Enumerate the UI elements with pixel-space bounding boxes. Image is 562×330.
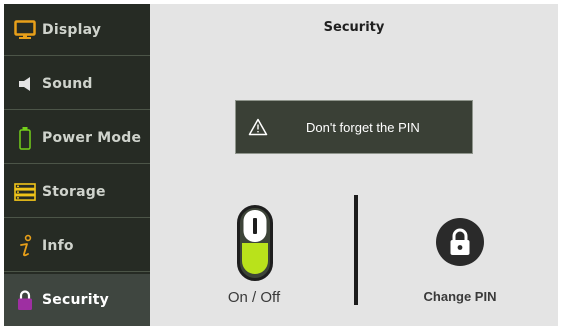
lock-icon [435, 218, 485, 271]
sidebar-item-label: Security [42, 292, 109, 308]
sidebar-item-label: Info [42, 237, 74, 254]
sidebar-item-storage[interactable]: Storage [4, 166, 150, 218]
sidebar-item-security[interactable]: Security [4, 274, 150, 326]
sidebar-item-label: Storage [42, 183, 106, 200]
settings-screen: Display Sound Power Mode Storage Info Se… [4, 4, 558, 326]
warning-banner: Don't forget the PIN [235, 100, 473, 154]
main-panel: Security Don't forget the PIN On / Off C… [150, 4, 558, 326]
info-icon [13, 234, 37, 258]
speaker-icon [13, 72, 37, 96]
battery-icon [13, 126, 37, 150]
sidebar-item-label: Display [42, 21, 102, 38]
lock-icon [13, 288, 37, 312]
warning-message: Don't forget the PIN [306, 119, 420, 135]
toggle-label: On / Off [227, 289, 281, 306]
sidebar: Display Sound Power Mode Storage Info Se… [4, 4, 150, 326]
toggle-switch-icon[interactable] [237, 205, 273, 281]
change-pin-button[interactable] [435, 217, 485, 267]
divider [354, 195, 358, 305]
storage-icon [13, 180, 37, 204]
warning-icon [248, 117, 268, 137]
sidebar-item-info[interactable]: Info [4, 220, 150, 272]
monitor-icon [13, 18, 37, 42]
sidebar-item-display[interactable]: Display [4, 4, 150, 56]
sidebar-item-label: Power Mode [42, 129, 142, 146]
sidebar-item-sound[interactable]: Sound [4, 58, 150, 110]
sidebar-item-power-mode[interactable]: Power Mode [4, 112, 150, 164]
change-pin-label: Change PIN [423, 289, 497, 304]
page-title: Security [323, 20, 385, 35]
sidebar-item-label: Sound [42, 75, 93, 92]
